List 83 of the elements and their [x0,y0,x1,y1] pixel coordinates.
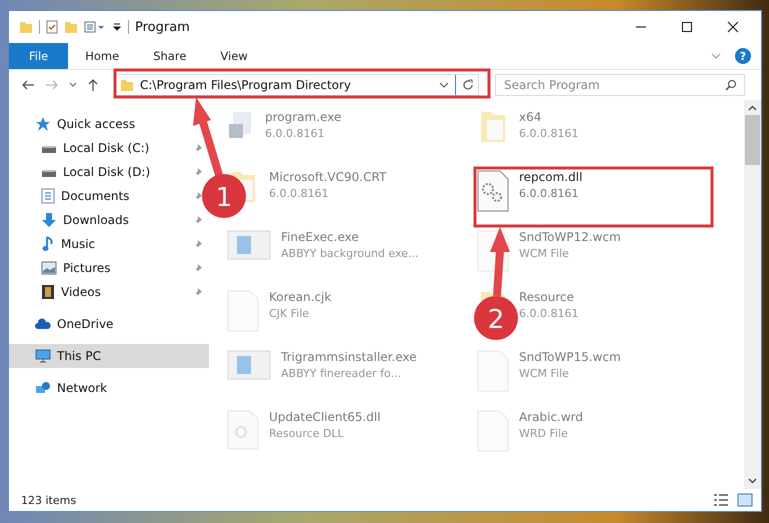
file-name: x64 [519,110,542,124]
sidebar-item[interactable]: Quick access [9,112,142,136]
sidebar-item[interactable]: Downloads [9,208,135,232]
file-name: UpdateClient65.dll [269,410,381,424]
up-arrow-icon[interactable] [87,78,99,92]
back-arrow-icon[interactable] [21,79,35,91]
file-details: WCM File [519,247,570,260]
close-icon[interactable] [727,21,739,33]
file-name: repcom.dll [519,170,582,184]
file-name: SndToWP12.wcm [519,230,621,244]
help-button[interactable]: ? [735,48,751,64]
file-details: 6.0.0.8161 [519,307,578,320]
ribbon-tab[interactable]: File [9,43,68,69]
picture-icon [41,261,57,275]
star-icon [35,116,51,132]
cloud-icon [35,318,51,330]
file-details: CJK File [269,307,310,320]
file-name: Trigrammsinstaller.exe [281,350,417,364]
file-name: SndToWP15.wcm [519,350,621,364]
file-details: 6.0.0.8161 [269,187,330,200]
file-name: Arabic.wrd [519,410,584,424]
download-arrow-icon [41,212,57,228]
thumbnail-view-icon[interactable] [737,493,753,507]
sidebar-item[interactable]: Network [9,376,114,400]
gears-file-icon [477,170,509,212]
file-name: program.exe [265,110,342,124]
details-view-icon[interactable] [713,493,729,507]
network-icon [35,381,51,395]
properties-icon[interactable] [84,20,106,34]
refresh-icon[interactable] [462,79,474,91]
sidebar-item[interactable]: Music [9,232,102,256]
sidebar-item[interactable]: Videos [9,280,107,304]
scroll-up-icon[interactable] [748,105,757,111]
step-badge [202,174,246,218]
sidebar-item[interactable]: Pictures [9,256,117,280]
film-icon [41,284,55,300]
sidebar-item[interactable]: This PC [9,344,209,368]
ribbon-tab[interactable]: Share [136,43,204,69]
caret-icon[interactable] [439,81,449,89]
chevron-down-icon[interactable] [711,52,721,60]
file-details: WRD File [519,427,569,440]
app-window-icon [227,230,271,260]
item-count: 123 items [21,494,76,506]
file-details: 6.0.0.8161 [519,187,580,200]
blank-file-icon [227,290,259,332]
app-window-icon [227,350,271,380]
caret-icon[interactable] [112,22,122,32]
file-name: Microsoft.VC90.CRT [269,170,386,184]
music-note-icon [41,236,55,252]
ribbon-tab[interactable]: Home [68,43,136,69]
sidebar-item[interactable]: Documents [9,184,136,208]
file-name: Korean.cjk [269,290,332,304]
document-icon [41,188,55,204]
sidebar-item[interactable]: OneDrive [9,312,120,336]
file-details: Resource DLL [269,427,345,440]
file-name: Resource [519,290,576,304]
sidebar-item[interactable]: Local Disk (C:) [9,136,156,160]
folder-icon [120,78,134,92]
blank-file-icon [477,410,509,452]
file-details: ABBYY background exe... [281,247,419,260]
address-bar[interactable]: C:\Program Files\Program Directory [115,74,479,96]
file-details: 6.0.0.8161 [265,127,326,140]
maximize-icon[interactable] [681,21,693,33]
blank-file-icon [477,350,509,392]
file-details: WCM File [519,367,570,380]
monitor-icon [35,349,51,363]
sidebar-item[interactable]: Local Disk (D:) [9,160,156,184]
scroll-thumb[interactable] [745,115,760,165]
file-details: ABBYY finereader fo... [281,367,402,380]
checkmark-document-icon[interactable] [46,20,58,34]
pointer-arrow [490,227,510,296]
step-number: 2 [488,305,504,335]
file-details: 6.0.0.8161 [519,127,578,140]
window-title: Program [135,20,190,34]
scrollbar[interactable] [744,100,761,489]
step-number: 1 [216,183,232,213]
search-icon[interactable] [725,79,737,91]
ribbon-tab[interactable]: View [203,43,265,69]
magnifier-file-icon [227,410,259,450]
scroll-down-icon[interactable] [748,478,757,484]
search-field[interactable]: Search Program [495,74,745,96]
file-name: FineExec.exe [281,230,360,244]
step-badge [474,296,518,340]
